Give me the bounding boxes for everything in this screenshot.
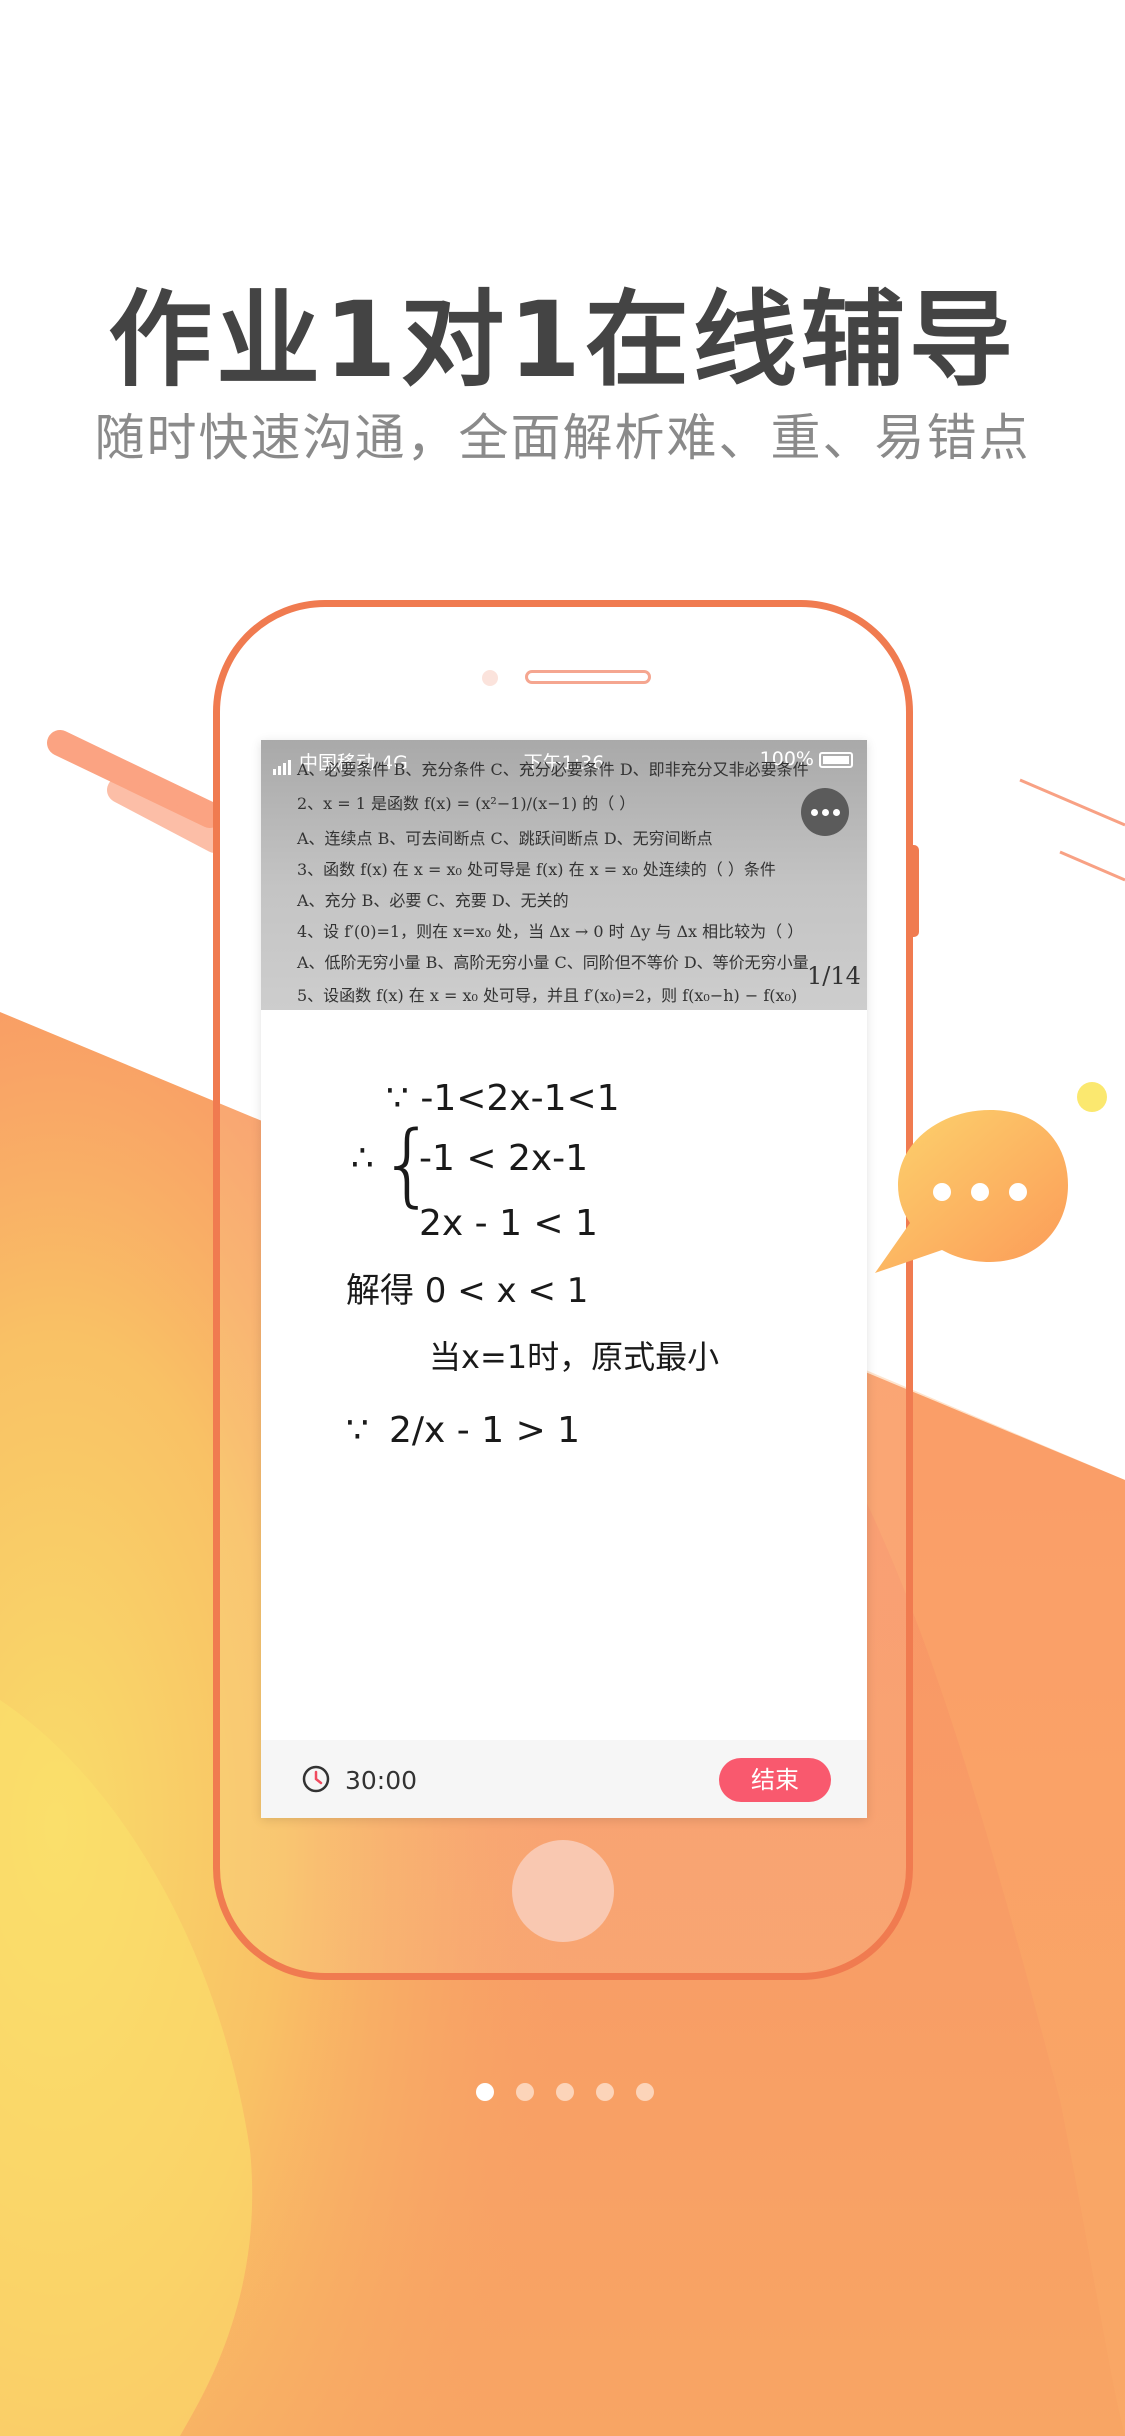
battery-icon xyxy=(819,751,853,768)
page-dot[interactable] xyxy=(476,2083,494,2101)
more-options-button[interactable] xyxy=(801,788,849,836)
page-dot[interactable] xyxy=(516,2083,534,2101)
page-dot[interactable] xyxy=(556,2083,574,2101)
handwriting-therefore: ∴ xyxy=(351,1138,374,1179)
headline: 作业1对1在线辅导 xyxy=(108,279,1017,401)
handwriting-line: -1 < 2x-1 xyxy=(419,1138,588,1179)
subtitle: 随时快速沟通，全面解析难、重、易错点 xyxy=(94,409,1031,467)
phone-side-button xyxy=(910,845,919,937)
dot-icon xyxy=(810,808,818,816)
handwriting-line: 解得 0 < x < 1 xyxy=(346,1271,588,1311)
page-dot[interactable] xyxy=(596,2083,614,2101)
question-line: 5、设函数 f(x) 在 x = x₀ 处可导，并且 f′(x₀)=2，则 f(… xyxy=(297,986,798,1005)
handwriting-because: ∵ xyxy=(346,1410,369,1451)
handwriting-line: 2x - 1 < 1 xyxy=(419,1203,598,1244)
handwriting-line: 2/x - 1 > 1 xyxy=(389,1410,580,1451)
chat-bubble-icon xyxy=(875,1110,1068,1273)
page-indicator xyxy=(476,2083,656,2103)
bottom-bar: 30:00 结束 xyxy=(261,1740,867,1818)
dot-icon xyxy=(832,808,840,816)
question-line: A、连续点 B、可去间断点 C、跳跃间断点 D、无穷间断点 xyxy=(297,829,713,848)
end-button[interactable]: 结束 xyxy=(719,1758,831,1802)
timer: 30:00 xyxy=(345,1766,418,1795)
question-line: A、充分 B、必要 C、充要 D、无关的 xyxy=(297,891,569,910)
phone-screen: 中国移动 4G 下午1:36 100% A、必要条件 B、充分条件 C、充分必要… xyxy=(261,740,867,1818)
page-number: 1/14 xyxy=(807,962,861,990)
clock-icon xyxy=(302,1765,330,1793)
question-line: A、低阶无穷小量 B、高阶无穷小量 C、同阶但不等价 D、等价无穷小量 xyxy=(297,953,809,972)
question-line: 4、设 f′(0)=1，则在 x=x₀ 处，当 Δx → 0 时 Δy 与 Δx… xyxy=(297,922,804,941)
handwriting-line: 当x=1时，原式最小 xyxy=(429,1338,719,1376)
whiteboard[interactable]: ∵ -1<2x-1<1 ∴ { -1 < 2x-1 2x - 1 < 1 解得 … xyxy=(261,1010,867,1750)
home-button xyxy=(512,1840,614,1942)
question-line: A、必要条件 B、充分条件 C、充分必要条件 D、即非充分又非必要条件 xyxy=(297,760,809,779)
dot-icon xyxy=(821,808,829,816)
question-photo: 中国移动 4G 下午1:36 100% A、必要条件 B、充分条件 C、充分必要… xyxy=(261,740,867,1010)
question-line: 2、x = 1 是函数 f(x) = (x²−1)/(x−1) 的（ ） xyxy=(297,794,636,813)
phone-speaker xyxy=(525,670,651,684)
phone-camera xyxy=(482,670,498,686)
page-dot[interactable] xyxy=(636,2083,654,2101)
question-line: 3、函数 f(x) 在 x = x₀ 处可导是 f(x) 在 x = x₀ 处连… xyxy=(297,860,776,879)
